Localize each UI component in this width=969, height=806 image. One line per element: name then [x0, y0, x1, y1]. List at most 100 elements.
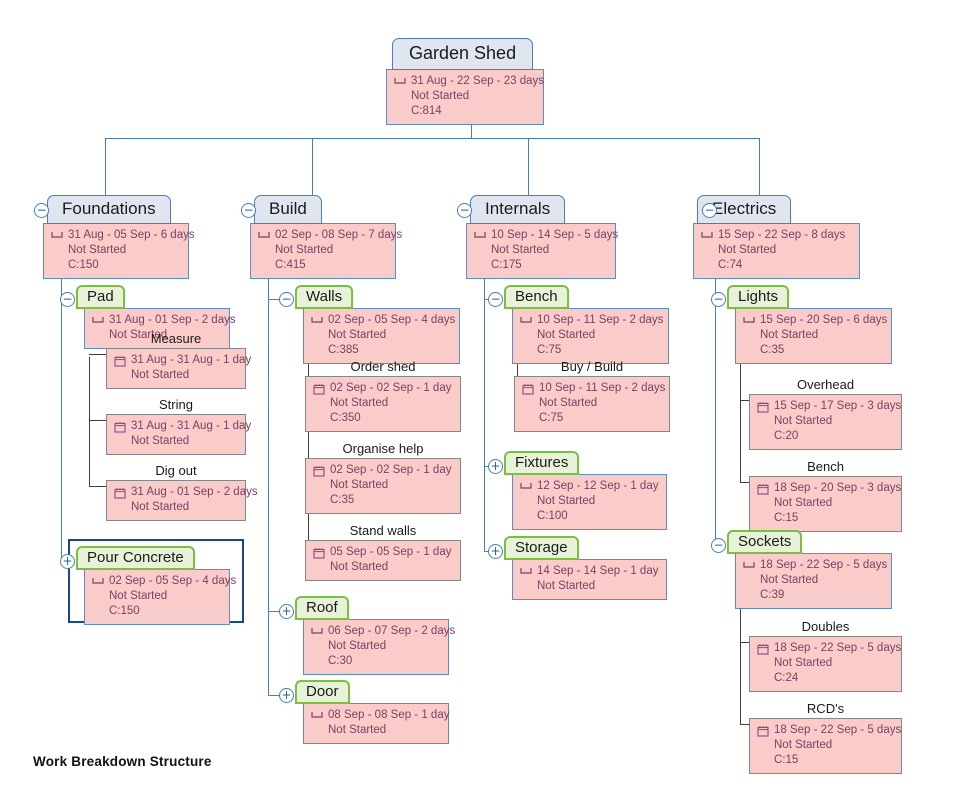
connector-vertical: [105, 138, 106, 195]
minus-circle-icon[interactable]: −: [711, 292, 726, 307]
wbs-node-details[interactable]: 05 Sep - 05 Sep - 1 day Not Started: [305, 540, 461, 581]
wbs-node[interactable]: Order shed 02 Sep - 02 Sep - 1 day Not Sta…: [305, 358, 461, 432]
wbs-node-details[interactable]: 02 Sep - 02 Sep - 1 day Not Started C:35: [305, 458, 461, 514]
wbs-node-title[interactable]: Sockets: [727, 530, 803, 554]
wbs-node[interactable]: Door 08 Sep - 08 Sep - 1 day Not Started: [295, 680, 449, 744]
wbs-node-details[interactable]: 10 Sep - 14 Sep - 5 days Not Started C:175: [466, 223, 618, 279]
wbs-node-title[interactable]: Overhead: [749, 377, 902, 393]
wbs-node-details[interactable]: 31 Aug - 01 Sep - 2 days Not Started: [106, 480, 258, 521]
wbs-node[interactable]: Stand walls 05 Sep - 05 Sep - 1 day Not St…: [305, 522, 461, 581]
wbs-node-title[interactable]: Dig out: [106, 463, 246, 479]
wbs-node-details[interactable]: 18 Sep - 20 Sep - 3 days Not Started C:15: [749, 476, 902, 532]
wbs-node[interactable]: Internals 10 Sep - 14 Sep - 5 days Not Sta…: [466, 195, 618, 279]
wbs-node[interactable]: Storage 14 Sep - 14 Sep - 1 day Not Starte…: [504, 536, 667, 600]
wbs-node-title[interactable]: Roof: [295, 596, 349, 620]
wbs-node[interactable]: Sockets 18 Sep - 22 Sep - 5 days Not Start…: [727, 530, 892, 609]
wbs-node-details[interactable]: 18 Sep - 22 Sep - 5 days Not Started C:15: [749, 718, 902, 774]
calendar-icon: [757, 401, 769, 413]
wbs-node[interactable]: Organise help 02 Sep - 02 Sep - 1 day Not …: [305, 440, 461, 514]
wbs-node-details[interactable]: 31 Aug - 31 Aug - 1 day Not Started: [106, 414, 251, 455]
wbs-node[interactable]: Buy / Build 10 Sep - 11 Sep - 2 days Not S…: [514, 358, 670, 432]
wbs-node-details[interactable]: 15 Sep - 22 Sep - 8 days Not Started C:74: [693, 223, 860, 279]
wbs-node-details[interactable]: 02 Sep - 05 Sep - 4 days Not Started C:385: [303, 308, 460, 364]
wbs-node-details[interactable]: 02 Sep - 08 Sep - 7 days Not Started C:415: [250, 223, 402, 279]
wbs-node-details[interactable]: 31 Aug - 22 Sep - 23 days Not Started C:81…: [386, 69, 544, 125]
wbs-node-title[interactable]: Pad: [76, 285, 125, 309]
minus-circle-icon[interactable]: −: [279, 292, 294, 307]
wbs-node-details[interactable]: 31 Aug - 05 Sep - 6 days Not Started C:150: [43, 223, 195, 279]
wbs-node-cost: C:150: [109, 605, 140, 617]
wbs-node-details[interactable]: 08 Sep - 08 Sep - 1 day Not Started: [303, 703, 449, 744]
wbs-node-title[interactable]: Garden Shed: [392, 38, 534, 70]
wbs-node[interactable]: Bench 18 Sep - 20 Sep - 3 days Not Started…: [749, 458, 902, 532]
wbs-node-title[interactable]: Organise help: [305, 441, 461, 457]
wbs-node-title[interactable]: Buy / Build: [514, 359, 670, 375]
plus-circle-icon[interactable]: +: [279, 688, 294, 703]
wbs-node-title[interactable]: Pour Concrete: [76, 546, 195, 570]
wbs-node-dates: 02 Sep - 08 Sep - 7 days: [275, 229, 403, 241]
wbs-node-cost: C:350: [330, 412, 361, 424]
wbs-node[interactable]: Walls 02 Sep - 05 Sep - 4 days Not Started…: [295, 285, 460, 364]
wbs-node-details[interactable]: 06 Sep - 07 Sep - 2 days Not Started C:30: [303, 619, 455, 675]
wbs-node-title[interactable]: Fixtures: [504, 451, 580, 475]
wbs-node[interactable]: Fixtures 12 Sep - 12 Sep - 1 day Not Start…: [504, 451, 667, 530]
wbs-node-title[interactable]: Build: [254, 195, 322, 224]
wbs-node[interactable]: Garden Shed 31 Aug - 22 Sep - 23 days Not …: [386, 38, 544, 125]
wbs-node[interactable]: Dig out 31 Aug - 01 Sep - 2 days Not Start…: [106, 462, 258, 521]
minus-circle-icon[interactable]: −: [34, 203, 49, 218]
plus-circle-icon[interactable]: +: [488, 459, 503, 474]
wbs-node-details[interactable]: 18 Sep - 22 Sep - 5 days Not Started C:39: [735, 553, 892, 609]
minus-circle-icon[interactable]: −: [711, 538, 726, 553]
wbs-node-details[interactable]: 15 Sep - 20 Sep - 6 days Not Started C:35: [735, 308, 892, 364]
connector-horizontal: [89, 354, 106, 355]
wbs-node-details[interactable]: 14 Sep - 14 Sep - 1 day Not Started: [512, 559, 667, 600]
wbs-node-title[interactable]: RCD's: [749, 701, 902, 717]
wbs-node-details[interactable]: 15 Sep - 17 Sep - 3 days Not Started C:20: [749, 394, 902, 450]
wbs-node[interactable]: Overhead 15 Sep - 17 Sep - 3 days Not Star…: [749, 376, 902, 450]
wbs-node[interactable]: Doubles 18 Sep - 22 Sep - 5 days Not Start…: [749, 618, 902, 692]
wbs-node-title[interactable]: String: [106, 397, 246, 413]
wbs-node-details[interactable]: 31 Aug - 31 Aug - 1 day Not Started: [106, 348, 251, 389]
wbs-node-title[interactable]: Storage: [504, 536, 579, 560]
minus-circle-icon[interactable]: −: [488, 292, 503, 307]
minus-circle-icon[interactable]: −: [702, 203, 717, 218]
wbs-node[interactable]: Build 02 Sep - 08 Sep - 7 days Not Started…: [250, 195, 402, 279]
plus-circle-icon[interactable]: +: [60, 554, 75, 569]
wbs-node-title[interactable]: Stand walls: [305, 523, 461, 539]
wbs-node-details[interactable]: 12 Sep - 12 Sep - 1 day Not Started C:100: [512, 474, 667, 530]
wbs-node-title[interactable]: Door: [295, 680, 350, 704]
wbs-node-details[interactable]: 10 Sep - 11 Sep - 2 days Not Started C:75: [514, 376, 670, 432]
wbs-node[interactable]: RCD's 18 Sep - 22 Sep - 5 days Not Started…: [749, 700, 902, 774]
wbs-node-title[interactable]: Measure: [106, 331, 246, 347]
wbs-node[interactable]: Lights 15 Sep - 20 Sep - 6 days Not Starte…: [727, 285, 892, 364]
connector-horizontal: [268, 611, 279, 612]
wbs-node-details[interactable]: 02 Sep - 05 Sep - 4 days Not Started C:150: [84, 569, 236, 625]
wbs-node-details[interactable]: 02 Sep - 02 Sep - 1 day Not Started C:350: [305, 376, 461, 432]
wbs-node-title[interactable]: Bench: [749, 459, 902, 475]
wbs-node-title[interactable]: Foundations: [47, 195, 171, 224]
minus-circle-icon[interactable]: −: [241, 203, 256, 218]
wbs-node-title[interactable]: Bench: [504, 285, 569, 309]
summary-bar-icon: [520, 315, 532, 326]
wbs-node-title[interactable]: Internals: [470, 195, 566, 224]
minus-circle-icon[interactable]: −: [60, 292, 75, 307]
plus-circle-icon[interactable]: +: [279, 604, 294, 619]
wbs-node-title[interactable]: Lights: [727, 285, 790, 309]
wbs-node-details[interactable]: 18 Sep - 22 Sep - 5 days Not Started C:24: [749, 636, 902, 692]
wbs-node-title[interactable]: Doubles: [749, 619, 902, 635]
connector-horizontal: [740, 724, 749, 725]
minus-circle-icon[interactable]: −: [457, 203, 472, 218]
wbs-node-dates: 31 Aug - 31 Aug - 1 day: [131, 420, 252, 432]
summary-bar-icon: [520, 566, 532, 577]
plus-circle-icon[interactable]: +: [488, 544, 503, 559]
wbs-node-title[interactable]: Walls: [295, 285, 354, 309]
summary-bar-icon: [743, 560, 755, 571]
wbs-node-details[interactable]: 10 Sep - 11 Sep - 2 days Not Started C:75: [512, 308, 669, 364]
wbs-node[interactable]: Bench 10 Sep - 11 Sep - 2 days Not Started…: [504, 285, 669, 364]
wbs-node-title[interactable]: Order shed: [305, 359, 461, 375]
wbs-node[interactable]: Roof 06 Sep - 07 Sep - 2 days Not Started C…: [295, 596, 455, 675]
wbs-node[interactable]: Electrics 15 Sep - 22 Sep - 8 days Not Sta…: [693, 195, 860, 279]
wbs-node[interactable]: Measure 31 Aug - 31 Aug - 1 day Not Starte…: [106, 330, 251, 389]
wbs-node[interactable]: Foundations 31 Aug - 05 Sep - 6 days Not S…: [43, 195, 195, 279]
wbs-node[interactable]: String 31 Aug - 31 Aug - 1 day Not Started: [106, 396, 251, 455]
